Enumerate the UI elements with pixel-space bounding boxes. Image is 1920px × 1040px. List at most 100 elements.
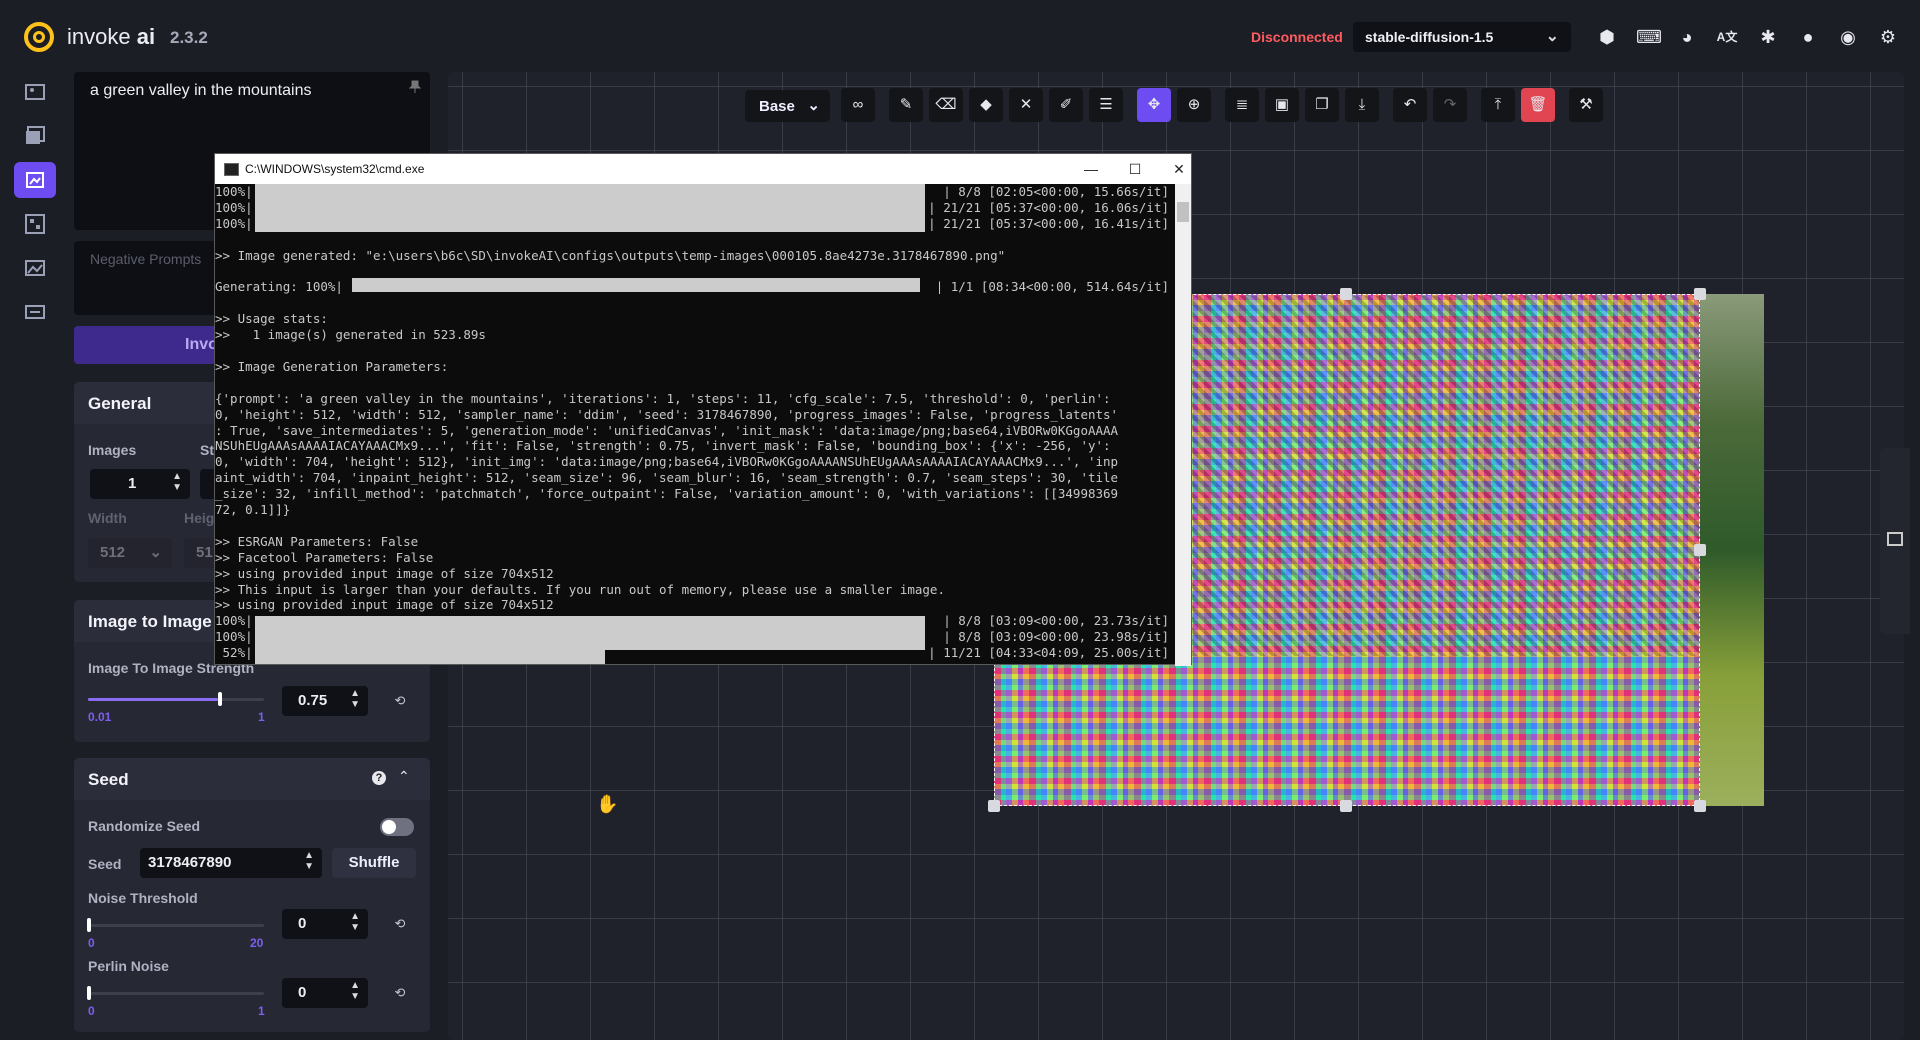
layer-select[interactable]: Base ⌄ — [745, 90, 830, 122]
cmd-line: >> ESRGAN Parameters: False — [215, 533, 419, 549]
cmd-line: 100%| — [215, 184, 253, 199]
shuffle-button[interactable]: Shuffle — [332, 848, 416, 878]
fill-bucket-icon[interactable]: ◆ — [969, 88, 1003, 122]
bbox-handle-bottom-left[interactable] — [988, 800, 1000, 812]
progress-bar-block — [255, 616, 925, 650]
strength-slider-handle[interactable] — [218, 692, 223, 706]
help-icon[interactable]: ? — [372, 771, 386, 785]
canvas-icon — [26, 172, 44, 188]
cmd-progress-stats: | 21/21 [05:37<00:00, 16.41s/it] — [928, 215, 1169, 231]
clear-icon[interactable]: ✕ — [1009, 88, 1043, 122]
chevron-up-icon[interactable]: ⌃ — [398, 768, 410, 785]
stepper-icon[interactable]: ▲ ▼ — [304, 850, 314, 872]
brush-icon[interactable]: ✎ — [889, 88, 923, 122]
general-title: General — [88, 394, 152, 413]
save-icon[interactable]: ▣ — [1265, 88, 1299, 122]
width-label: Width — [88, 510, 127, 526]
language-icon[interactable]: A文 — [1716, 26, 1738, 48]
settings-gear-icon[interactable]: ⚙ — [1877, 26, 1899, 48]
bbox-handle-bottom[interactable] — [1340, 800, 1352, 812]
undo-icon[interactable]: ↶ — [1393, 88, 1427, 122]
stepper-icon[interactable]: ▲ ▼ — [172, 471, 182, 493]
palette-icon[interactable]: ◕ — [1676, 26, 1698, 48]
keyboard-icon[interactable]: ⌨ — [1636, 26, 1662, 48]
cube-icon[interactable]: ⬢ — [1596, 26, 1618, 48]
download-icon[interactable]: ⤓ — [1345, 88, 1379, 122]
nav-image-to-image[interactable] — [14, 118, 56, 154]
gallery-icon — [1887, 532, 1903, 546]
nav-nodes[interactable] — [14, 206, 56, 242]
cmd-line: _size': 32, 'infill_method': 'patchmatch… — [215, 486, 1119, 502]
reset-icon[interactable]: ⟲ — [386, 687, 414, 715]
stepper-icon[interactable]: ▲ ▼ — [350, 980, 360, 1002]
images-input[interactable]: 1 ▲ ▼ — [90, 469, 190, 499]
pin-icon[interactable] — [408, 80, 422, 94]
nodes-icon — [25, 214, 45, 234]
eraser-icon[interactable]: ⌫ — [929, 88, 963, 122]
noise-threshold-input[interactable]: 0 ▲ ▼ — [282, 909, 368, 939]
cmd-line: 100%| — [215, 215, 253, 231]
cmd-title: C:\WINDOWS\system32\cmd.exe — [245, 162, 425, 176]
cmd-progress-stats: | 21/21 [05:37<00:00, 16.06s/it] — [928, 199, 1169, 215]
reset-icon[interactable]: ⟲ — [386, 979, 414, 1007]
reset-view-icon[interactable]: ⊕ — [1177, 88, 1211, 122]
seed-panel: Seed ? ⌃ Randomize Seed Seed 3178467890 ▲… — [74, 758, 430, 1032]
wrench-icon[interactable]: ⚒ — [1569, 88, 1603, 122]
close-icon[interactable]: ✕ — [1159, 157, 1199, 181]
github-icon[interactable]: ● — [1797, 26, 1819, 48]
maximize-icon[interactable]: ☐ — [1115, 157, 1155, 181]
cmd-titlebar[interactable]: C:\WINDOWS\system32\cmd.exe — ☐ ✕ — [215, 154, 1191, 184]
bbox-handle-top-right[interactable] — [1694, 288, 1706, 300]
perlin-noise-label: Perlin Noise — [88, 958, 169, 974]
perlin-max: 1 — [258, 1004, 265, 1018]
strength-input[interactable]: 0.75 ▲ ▼ — [282, 686, 368, 716]
strength-max: 1 — [258, 710, 265, 724]
cmd-line: >> Image Generation Parameters: — [215, 358, 449, 374]
stepper-icon[interactable]: ▲ ▼ — [350, 911, 360, 933]
stepper-icon[interactable]: ▲ ▼ — [350, 688, 360, 710]
perlin-noise-slider[interactable] — [88, 992, 264, 995]
copy-icon[interactable]: ❐ — [1305, 88, 1339, 122]
nav-unified-canvas[interactable] — [14, 162, 56, 198]
noise-threshold-handle[interactable] — [87, 918, 91, 932]
image-icon — [25, 84, 45, 100]
minimize-icon[interactable]: — — [1071, 157, 1111, 181]
cmd-scroll-thumb[interactable] — [1177, 202, 1189, 222]
reset-icon[interactable]: ⟲ — [386, 910, 414, 938]
mask-options-icon[interactable]: ∞ — [841, 88, 875, 122]
randomize-seed-toggle[interactable] — [380, 818, 414, 836]
bbox-handle-top[interactable] — [1340, 288, 1352, 300]
cmd-scrollbar[interactable] — [1175, 184, 1191, 666]
perlin-noise-input[interactable]: 0 ▲ ▼ — [282, 978, 368, 1008]
bbox-handle-right[interactable] — [1694, 544, 1706, 556]
seed-panel-header[interactable]: Seed ? ⌃ — [74, 758, 430, 800]
discord-icon[interactable]: ◉ — [1837, 26, 1859, 48]
noise-threshold-slider[interactable] — [88, 924, 264, 927]
cmd-line: 72, 0.1]]} — [215, 502, 291, 517]
cmd-line: 100%| — [215, 199, 253, 215]
width-select[interactable]: 512 ⌄ — [88, 538, 172, 568]
upload-icon[interactable]: ⤒ — [1481, 88, 1515, 122]
cmd-line: >> Facetool Parameters: False — [215, 549, 434, 565]
merge-layers-icon[interactable]: ≣ — [1225, 88, 1259, 122]
seed-input[interactable]: 3178467890 ▲ ▼ — [140, 848, 322, 878]
training-icon — [25, 305, 45, 319]
noise-threshold-label: Noise Threshold — [88, 890, 198, 906]
color-picker-icon[interactable]: ✐ — [1049, 88, 1083, 122]
perlin-noise-handle[interactable] — [87, 986, 91, 1000]
redo-icon[interactable]: ↷ — [1433, 88, 1467, 122]
cmd-window[interactable]: C:\WINDOWS\system32\cmd.exe — ☐ ✕ 100%| 1… — [214, 153, 1192, 666]
bug-icon[interactable]: ✱ — [1757, 26, 1779, 48]
nav-text-to-image[interactable] — [14, 74, 56, 110]
nav-training[interactable] — [14, 294, 56, 330]
progress-bar-current — [255, 650, 605, 664]
model-select[interactable]: stable-diffusion-1.5 ⌄ — [1353, 22, 1571, 52]
brush-options-icon[interactable]: ☰ — [1089, 88, 1123, 122]
noise-min: 0 — [88, 936, 95, 950]
move-tool-icon[interactable]: ✥ — [1137, 88, 1171, 122]
nav-postprocessing[interactable] — [14, 250, 56, 286]
delete-icon[interactable]: 🗑 — [1521, 88, 1555, 122]
bbox-handle-bottom-right[interactable] — [1694, 800, 1706, 812]
height-label: Heig — [184, 510, 215, 526]
gallery-toggle[interactable] — [1880, 448, 1910, 634]
